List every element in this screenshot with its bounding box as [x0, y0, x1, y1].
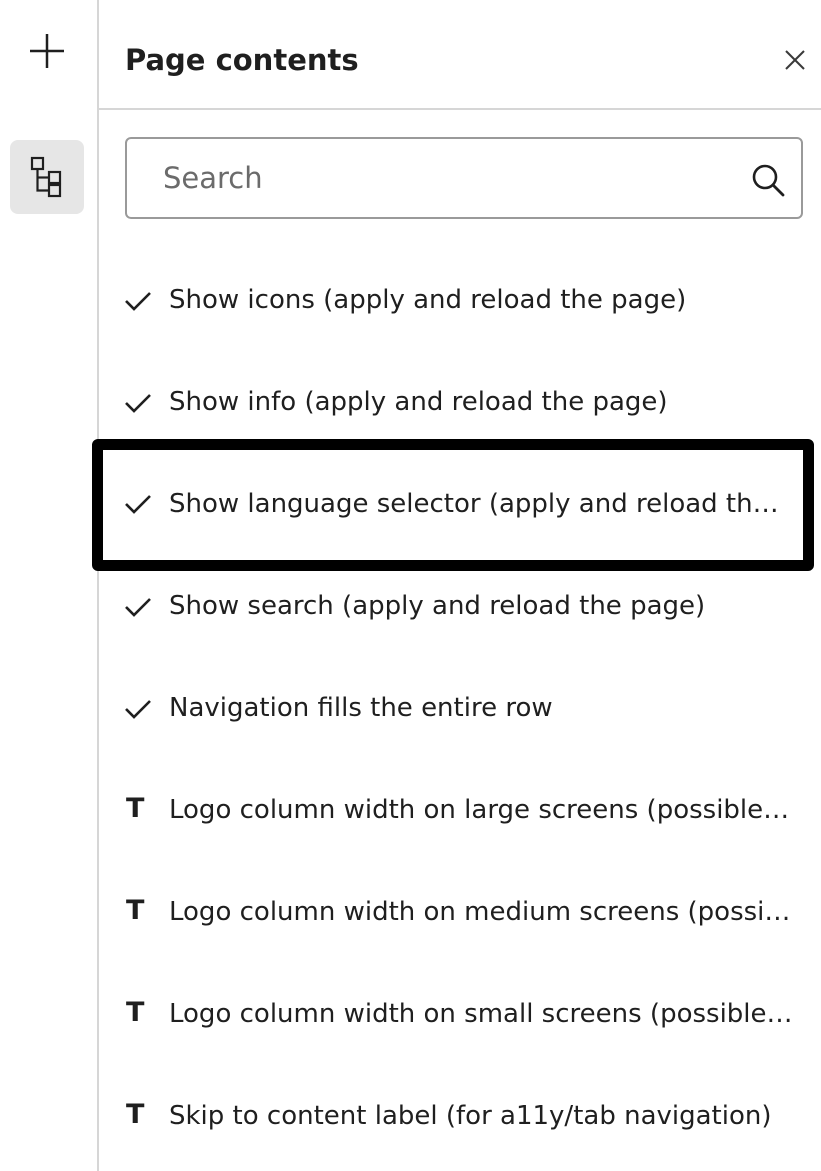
close-button[interactable] [779, 44, 811, 76]
text-icon: T [126, 793, 145, 824]
list-item-label: Show search (apply and reload the page) [169, 591, 706, 621]
list-item[interactable]: T Logo column width on medium screens (p… [99, 862, 821, 964]
list-item-label: Logo column width on large screens (poss… [169, 795, 797, 825]
plus-icon [30, 34, 64, 68]
left-rail [0, 0, 99, 1171]
list-item[interactable]: Show icons (apply and reload the page) [99, 250, 821, 352]
add-button[interactable] [10, 14, 84, 88]
tree-structure-icon [30, 156, 62, 198]
list-item-label: Logo column width on small screens (poss… [169, 999, 797, 1029]
list-item-label: Navigation fills the entire row [169, 693, 553, 723]
text-icon: T [126, 895, 145, 926]
list-item[interactable]: Show search (apply and reload the page) [99, 556, 821, 658]
search-box [125, 137, 803, 219]
list-item-highlighted[interactable]: Show language selector (apply and reload… [92, 439, 814, 571]
search-input[interactable] [129, 141, 729, 215]
check-icon [123, 388, 153, 418]
list-item[interactable]: T Logo column width on large screens (po… [99, 760, 821, 862]
app-window: Page contents Show icons (apply and relo [0, 0, 821, 1171]
page-contents-panel: Page contents Show icons (apply and relo [92, 0, 821, 1171]
list-item-label: Skip to content label (for a11y/tab navi… [169, 1101, 772, 1131]
check-icon [123, 592, 153, 622]
text-icon: T [126, 1099, 145, 1130]
list-item-label: Show language selector (apply and reload… [169, 489, 793, 519]
list-item-label: Logo column width on medium screens (pos… [169, 897, 797, 927]
page-structure-button[interactable] [10, 140, 84, 214]
search-icon[interactable] [751, 163, 785, 197]
panel-header: Page contents [99, 0, 821, 110]
close-icon [785, 50, 805, 70]
check-icon [123, 286, 153, 316]
list-item-label: Show info (apply and reload the page) [169, 387, 668, 417]
list-item[interactable]: Navigation fills the entire row [99, 658, 821, 760]
text-icon: T [126, 997, 145, 1028]
check-icon [123, 489, 153, 519]
panel-title: Page contents [125, 43, 359, 77]
list-item[interactable]: T Logo column width on small screens (po… [99, 964, 821, 1066]
list-item-label: Show icons (apply and reload the page) [169, 285, 687, 315]
check-icon [123, 694, 153, 724]
list-item[interactable]: T Skip to content label (for a11y/tab na… [99, 1066, 821, 1168]
